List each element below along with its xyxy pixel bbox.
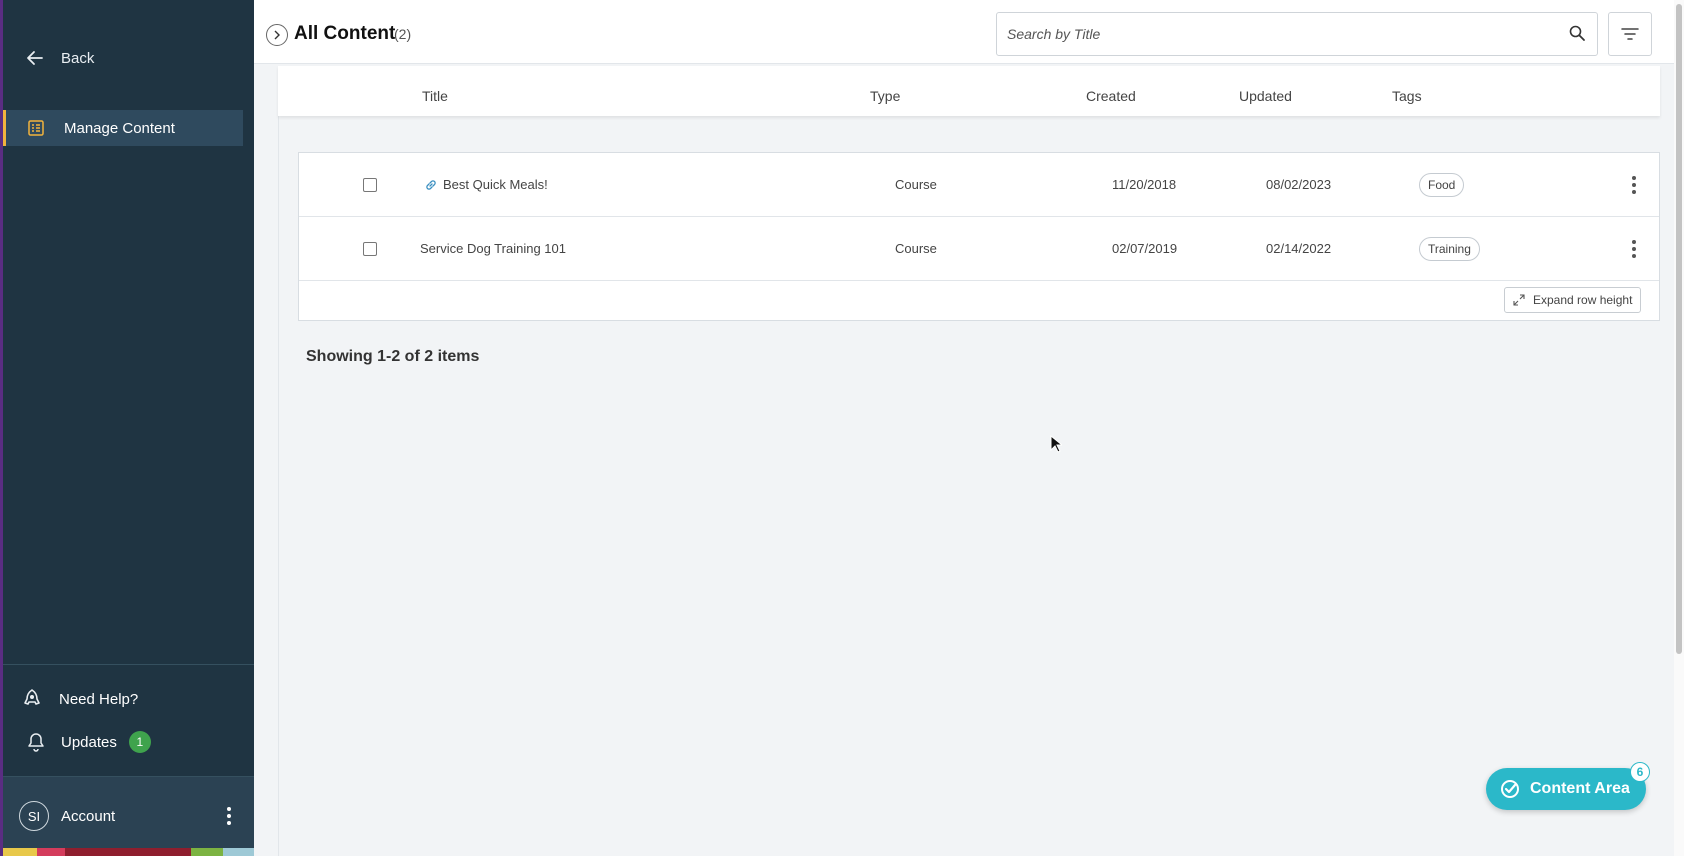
updates-label: Updates — [61, 733, 117, 751]
account-link[interactable]: SI Account — [19, 801, 115, 831]
updates-count-badge: 1 — [128, 731, 151, 753]
filter-button[interactable] — [1608, 12, 1652, 56]
column-header-created[interactable]: Created — [1086, 88, 1136, 104]
row-title[interactable]: Best Quick Meals! — [443, 177, 548, 192]
table-header: Title Type Created Updated Tags — [278, 66, 1660, 116]
need-help-link[interactable]: Need Help? — [21, 688, 138, 710]
back-label: Back — [61, 49, 95, 67]
sidebar-item-label: Manage Content — [64, 119, 175, 137]
color-stripe — [3, 848, 254, 856]
check-circle-icon — [1501, 780, 1519, 798]
table-row: Best Quick Meals! Course 11/20/2018 08/0… — [299, 153, 1659, 217]
row-updated: 02/14/2022 — [1266, 241, 1332, 256]
row-title[interactable]: Service Dog Training 101 — [420, 241, 566, 256]
account-menu-icon[interactable] — [219, 803, 239, 829]
column-header-updated[interactable]: Updated — [1239, 88, 1292, 104]
row-checkbox[interactable] — [363, 178, 377, 192]
row-menu-icon[interactable] — [1626, 173, 1642, 197]
search-input[interactable] — [996, 12, 1598, 56]
content-area-button[interactable]: Content Area — [1486, 768, 1646, 810]
back-link[interactable]: Back — [25, 48, 94, 68]
account-section: SI Account — [3, 776, 254, 848]
search-icon[interactable] — [1568, 24, 1586, 42]
column-header-title[interactable]: Title — [422, 88, 448, 104]
filter-icon — [1621, 28, 1639, 40]
top-bar: All Content (2) — [254, 0, 1674, 64]
arrow-left-icon — [27, 51, 43, 65]
row-created: 11/20/2018 — [1112, 177, 1177, 192]
expand-label: Expand row height — [1533, 293, 1633, 307]
expand-icon — [1513, 294, 1525, 306]
row-menu-icon[interactable] — [1626, 237, 1642, 261]
need-help-label: Need Help? — [59, 690, 139, 708]
search-box — [996, 12, 1598, 56]
row-created: 02/07/2019 — [1112, 241, 1178, 256]
table-row: Service Dog Training 101 Course 02/07/20… — [299, 217, 1659, 281]
content-area-badge: 6 — [1630, 762, 1650, 782]
column-header-tags[interactable]: Tags — [1392, 88, 1422, 104]
row-updated: 08/02/2023 — [1266, 177, 1332, 192]
expand-row-height-button[interactable]: Expand row height — [1504, 287, 1642, 313]
mouse-cursor-icon — [1050, 435, 1062, 453]
chevron-right-icon — [274, 30, 280, 40]
account-label: Account — [61, 807, 116, 825]
avatar: SI — [19, 801, 49, 831]
page-title: All Content — [294, 23, 396, 44]
content-count: (2) — [394, 26, 412, 42]
sidebar-toggle-button[interactable] — [266, 24, 288, 46]
rocket-icon — [24, 689, 40, 705]
main-content: All Content (2) Title Type Created Updat… — [254, 0, 1674, 856]
content-table: Best Quick Meals! Course 11/20/2018 08/0… — [298, 152, 1660, 321]
bell-icon — [28, 733, 44, 752]
sidebar: Back Manage Content Need Help? Updates 1… — [0, 0, 254, 856]
updates-link[interactable]: Updates 1 — [27, 731, 151, 753]
content-list-icon — [28, 120, 44, 136]
pagination-summary: Showing 1-2 of 2 items — [306, 348, 480, 365]
content-left-border — [278, 116, 279, 856]
row-type: Course — [895, 177, 937, 192]
column-header-type[interactable]: Type — [870, 88, 900, 104]
sidebar-divider — [3, 664, 254, 665]
row-checkbox[interactable] — [363, 242, 377, 256]
row-tag[interactable]: Food — [1419, 173, 1465, 197]
sidebar-item-manage-content[interactable]: Manage Content — [3, 110, 243, 146]
row-type: Course — [895, 241, 937, 256]
row-tag[interactable]: Training — [1419, 237, 1480, 261]
link-icon — [426, 180, 436, 190]
content-area-label: Content Area — [1530, 780, 1630, 797]
scrollbar-thumb[interactable] — [1676, 4, 1682, 654]
